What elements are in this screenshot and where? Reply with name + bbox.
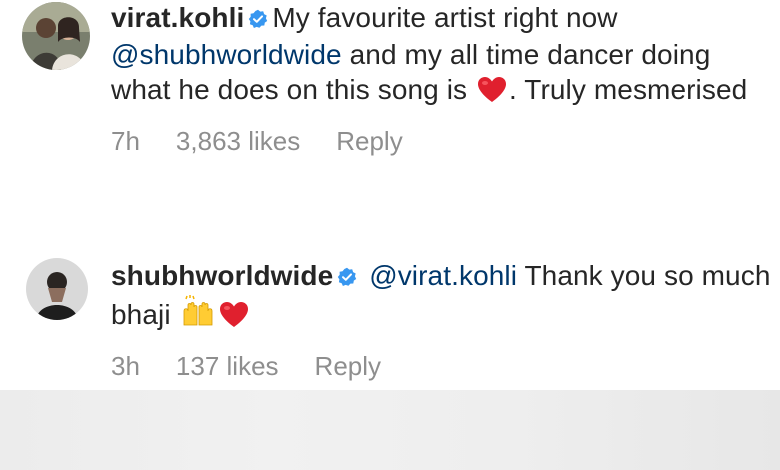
comment-thread: virat.kohli My favourite artist right now… (0, 0, 780, 390)
red-heart-emoji-icon (477, 76, 507, 112)
comment-meta: 7h 3,863 likes Reply (111, 126, 772, 157)
comment-time: 7h (111, 126, 140, 156)
raising-hands-emoji-icon (181, 295, 215, 337)
likes-count[interactable]: 137 likes (176, 351, 279, 382)
avatar-photo-icon (26, 258, 88, 320)
comment-text-part: . Truly mesmerised (509, 74, 748, 105)
comment-username[interactable]: shubhworldwide (111, 260, 333, 291)
blurred-bottom-area (0, 390, 780, 470)
comment-body: shubhworldwide @virat.kohli Thank you so… (111, 258, 772, 382)
comment-text: shubhworldwide @virat.kohli Thank you so… (111, 258, 772, 337)
comment-username[interactable]: virat.kohli (111, 2, 244, 33)
reply-button[interactable]: Reply (315, 351, 381, 382)
avatar[interactable] (22, 2, 90, 70)
avatar-photo-icon (22, 2, 90, 70)
comment-text-part: My favourite artist right now (272, 2, 618, 33)
comment-meta: 3h 137 likes Reply (111, 351, 772, 382)
likes-count[interactable]: 3,863 likes (176, 126, 300, 157)
red-heart-emoji-icon (219, 301, 249, 337)
comment-time: 3h (111, 351, 140, 381)
mention-link[interactable]: @virat.kohli (369, 260, 517, 291)
comment-body: virat.kohli My favourite artist right now… (111, 0, 772, 157)
comment-text: virat.kohli My favourite artist right now… (111, 0, 772, 112)
verified-badge-icon (248, 2, 268, 37)
mention-link[interactable]: @shubhworldwide (111, 39, 342, 70)
avatar[interactable] (26, 258, 88, 320)
verified-badge-icon (337, 260, 357, 295)
reply-button[interactable]: Reply (336, 126, 402, 157)
